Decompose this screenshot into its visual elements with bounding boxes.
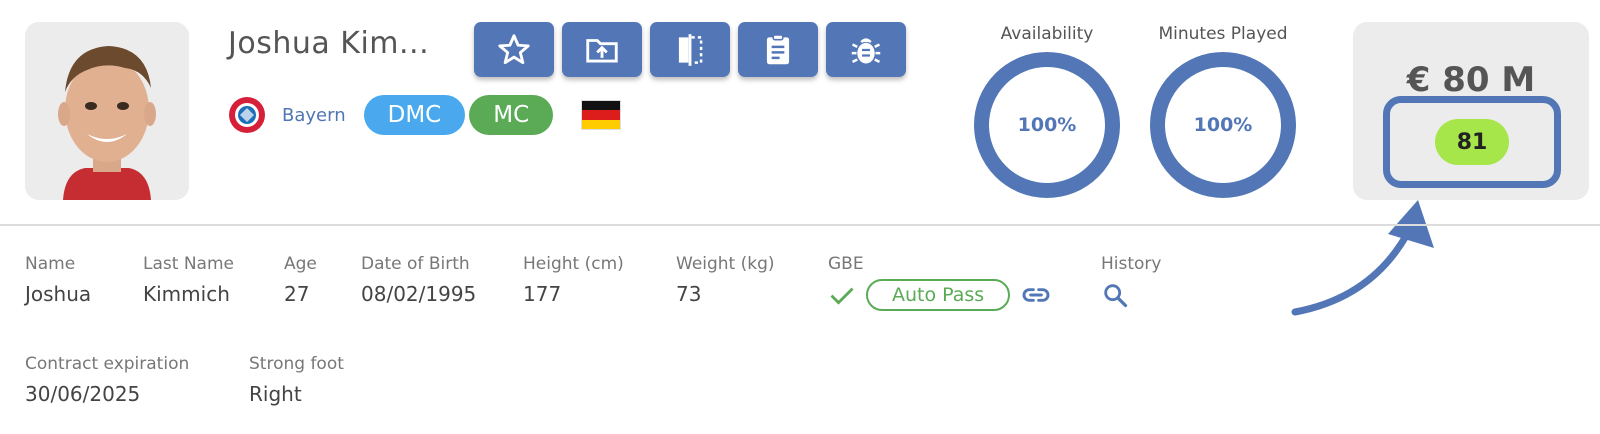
field-contract-expiration: Contract expiration 30/06/2025 [25,354,189,406]
gauge-label: Availability [1000,24,1094,44]
field-label: Name [25,254,76,274]
bug-icon [851,37,881,63]
field-value: 08/02/1995 [361,282,477,306]
report-bug-button[interactable] [826,22,906,77]
rating-badge: 81 [1435,119,1509,165]
compare-button[interactable] [650,22,730,77]
field-value: Kimmich [143,282,230,306]
field-value: 27 [284,282,310,306]
check-icon [830,287,854,305]
field-label: Age [284,254,317,274]
field-value: Joshua [25,282,92,306]
folder-upload-icon [586,38,618,63]
position-badge-dmc: DMC [363,95,466,135]
gbe-status-badge: Auto Pass [866,279,1011,311]
compare-icon [678,33,703,66]
gauge-value: 100% [1193,114,1253,136]
section-divider [0,224,1600,226]
availability-gauge: Availability 100% [972,24,1122,198]
position-badge-mc: MC [469,95,554,135]
favorite-button[interactable] [474,22,554,77]
player-portrait-image [25,22,189,200]
history-search-icon[interactable] [1101,281,1129,309]
annotation-arrow-icon [1291,200,1434,316]
field-history: History [1101,254,1161,274]
field-label: Date of Birth [361,254,470,274]
value-card: € 80 M 81 [1353,22,1589,200]
field-label: Last Name [143,254,234,274]
field-label: GBE [828,254,864,274]
field-name: Name Joshua [25,254,91,306]
club-row: Bayern DMC MC [228,95,622,135]
field-strong-foot: Strong foot Right [249,354,344,406]
minutes-played-gauge: Minutes Played 100% [1148,24,1298,198]
action-toolbar [474,22,906,77]
gauge-ring: 100% [974,52,1120,198]
field-age: Age 27 [284,254,317,306]
field-value: 30/06/2025 [25,382,141,406]
player-name: Joshua Kim... [228,26,430,61]
clipboard-icon [766,33,790,64]
gauge-value: 100% [1017,114,1077,136]
star-icon [498,33,530,64]
rating-highlight-box: 81 [1383,96,1561,188]
link-icon[interactable] [1020,279,1052,311]
field-label: Contract expiration [25,354,190,374]
field-gbe: GBE [828,254,864,274]
field-last-name: Last Name Kimmich [143,254,234,306]
player-photo [25,22,189,200]
field-height: Height (cm) 177 [523,254,624,306]
field-value: 73 [676,282,702,306]
field-value: 177 [523,282,562,306]
field-label: Strong foot [249,354,344,374]
bayern-crest-icon [229,97,265,133]
germany-flag-icon [581,100,622,130]
market-value: € 80 M [1406,60,1536,100]
report-button[interactable] [738,22,818,77]
field-label: Height (cm) [523,254,624,274]
gauge-ring: 100% [1150,52,1296,198]
gauge-label: Minutes Played [1158,24,1288,44]
field-label: Weight (kg) [676,254,775,274]
add-to-folder-button[interactable] [562,22,642,77]
field-label: History [1101,254,1162,274]
field-value: Right [249,382,302,406]
field-weight: Weight (kg) 73 [676,254,775,306]
club-name[interactable]: Bayern [282,105,346,126]
field-date-of-birth: Date of Birth 08/02/1995 [361,254,476,306]
gbe-status-row: Auto Pass [828,279,1052,311]
